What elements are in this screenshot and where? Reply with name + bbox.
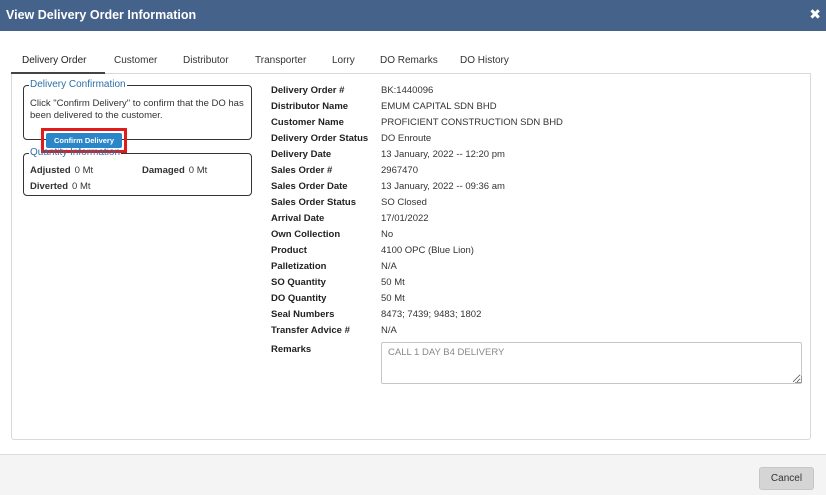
detail-label: Product <box>271 245 307 256</box>
detail-label: SO Quantity <box>271 277 326 288</box>
detail-label: Customer Name <box>271 117 344 128</box>
detail-label: Sales Order # <box>271 165 333 176</box>
tab-customer[interactable]: Customer <box>114 55 157 66</box>
detail-value: 50 Mt <box>381 293 405 304</box>
dialog-titlebar: View Delivery Order Information ✖ <box>0 0 826 31</box>
quantity-information-group: Quantity Information Adjusted 0 Mt Damage… <box>23 148 252 196</box>
resize-handle-icon[interactable] <box>795 376 802 383</box>
confirm-delivery-button[interactable]: Confirm Delivery <box>46 133 122 148</box>
detail-label: Own Collection <box>271 229 341 240</box>
dialog-title: View Delivery Order Information <box>6 8 197 22</box>
detail-value: BK:1440096 <box>381 85 434 96</box>
delivery-confirmation-group: Delivery Confirmation Click "Confirm Del… <box>23 79 252 153</box>
detail-value: SO Closed <box>381 197 427 208</box>
detail-value: EMUM CAPITAL SDN BHD <box>381 101 497 112</box>
detail-value: DO Enroute <box>381 133 432 144</box>
tab-lorry[interactable]: Lorry <box>332 55 355 66</box>
quantity-damaged-value: 0 Mt <box>188 165 208 176</box>
detail-value: N/A <box>381 261 397 272</box>
detail-label: DO Quantity <box>271 293 327 304</box>
detail-value: 4100 OPC (Blue Lion) <box>381 245 474 256</box>
dialog-footer: Cancel <box>0 454 826 495</box>
cancel-button[interactable]: Cancel <box>759 467 814 490</box>
close-icon[interactable]: ✖ <box>809 6 821 22</box>
quantity-diverted-label: Diverted <box>30 181 69 192</box>
detail-value: 50 Mt <box>381 277 405 288</box>
detail-value: 17/01/2022 <box>381 213 429 224</box>
detail-label: Sales Order Date <box>271 181 348 192</box>
delivery-order-panel: Delivery Confirmation Click "Confirm Del… <box>11 74 811 440</box>
detail-label: Sales Order Status <box>271 197 357 208</box>
tab-do-remarks[interactable]: DO Remarks <box>380 55 438 66</box>
tab-bar: Delivery Order Customer Distributor Tran… <box>11 51 811 74</box>
detail-label: Transfer Advice # <box>271 325 350 336</box>
detail-label: Palletization <box>271 261 327 272</box>
quantity-information-legend: Quantity Information <box>30 147 121 158</box>
quantity-adjusted-value: 0 Mt <box>74 165 94 176</box>
detail-value: 2967470 <box>381 165 418 176</box>
tab-distributor[interactable]: Distributor <box>183 55 229 66</box>
tab-do-history[interactable]: DO History <box>460 55 509 66</box>
detail-value: PROFICIENT CONSTRUCTION SDN BHD <box>381 117 563 128</box>
quantity-adjusted-label: Adjusted <box>30 165 71 176</box>
detail-value: 13 January, 2022 -- 09:36 am <box>381 181 505 192</box>
quantity-adjusted: Adjusted 0 Mt <box>30 165 93 176</box>
detail-value: 13 January, 2022 -- 12:20 pm <box>381 149 505 160</box>
quantity-diverted: Diverted 0 Mt <box>30 181 91 192</box>
quantity-damaged: Damaged 0 Mt <box>142 165 207 176</box>
detail-label: Delivery Order # <box>271 85 345 96</box>
tab-transporter[interactable]: Transporter <box>255 55 306 66</box>
detail-label: Distributor Name <box>271 101 349 112</box>
delivery-confirmation-legend: Delivery Confirmation <box>30 79 126 90</box>
tab-delivery-order[interactable]: Delivery Order <box>22 55 86 66</box>
detail-value: N/A <box>381 325 397 336</box>
detail-label: Delivery Date <box>271 149 332 160</box>
remarks-label: Remarks <box>271 344 312 355</box>
detail-label: Delivery Order Status <box>271 133 369 144</box>
detail-label: Seal Numbers <box>271 309 335 320</box>
quantity-diverted-value: 0 Mt <box>72 181 91 192</box>
detail-value: No <box>381 229 394 240</box>
remarks-textarea[interactable]: CALL 1 DAY B4 DELIVERY <box>381 342 802 384</box>
detail-value: 8473; 7439; 9483; 1802 <box>381 309 482 320</box>
quantity-damaged-label: Damaged <box>142 165 185 176</box>
delivery-confirmation-instructions: Click "Confirm Delivery" to confirm that… <box>30 98 244 121</box>
detail-label: Arrival Date <box>271 213 325 224</box>
